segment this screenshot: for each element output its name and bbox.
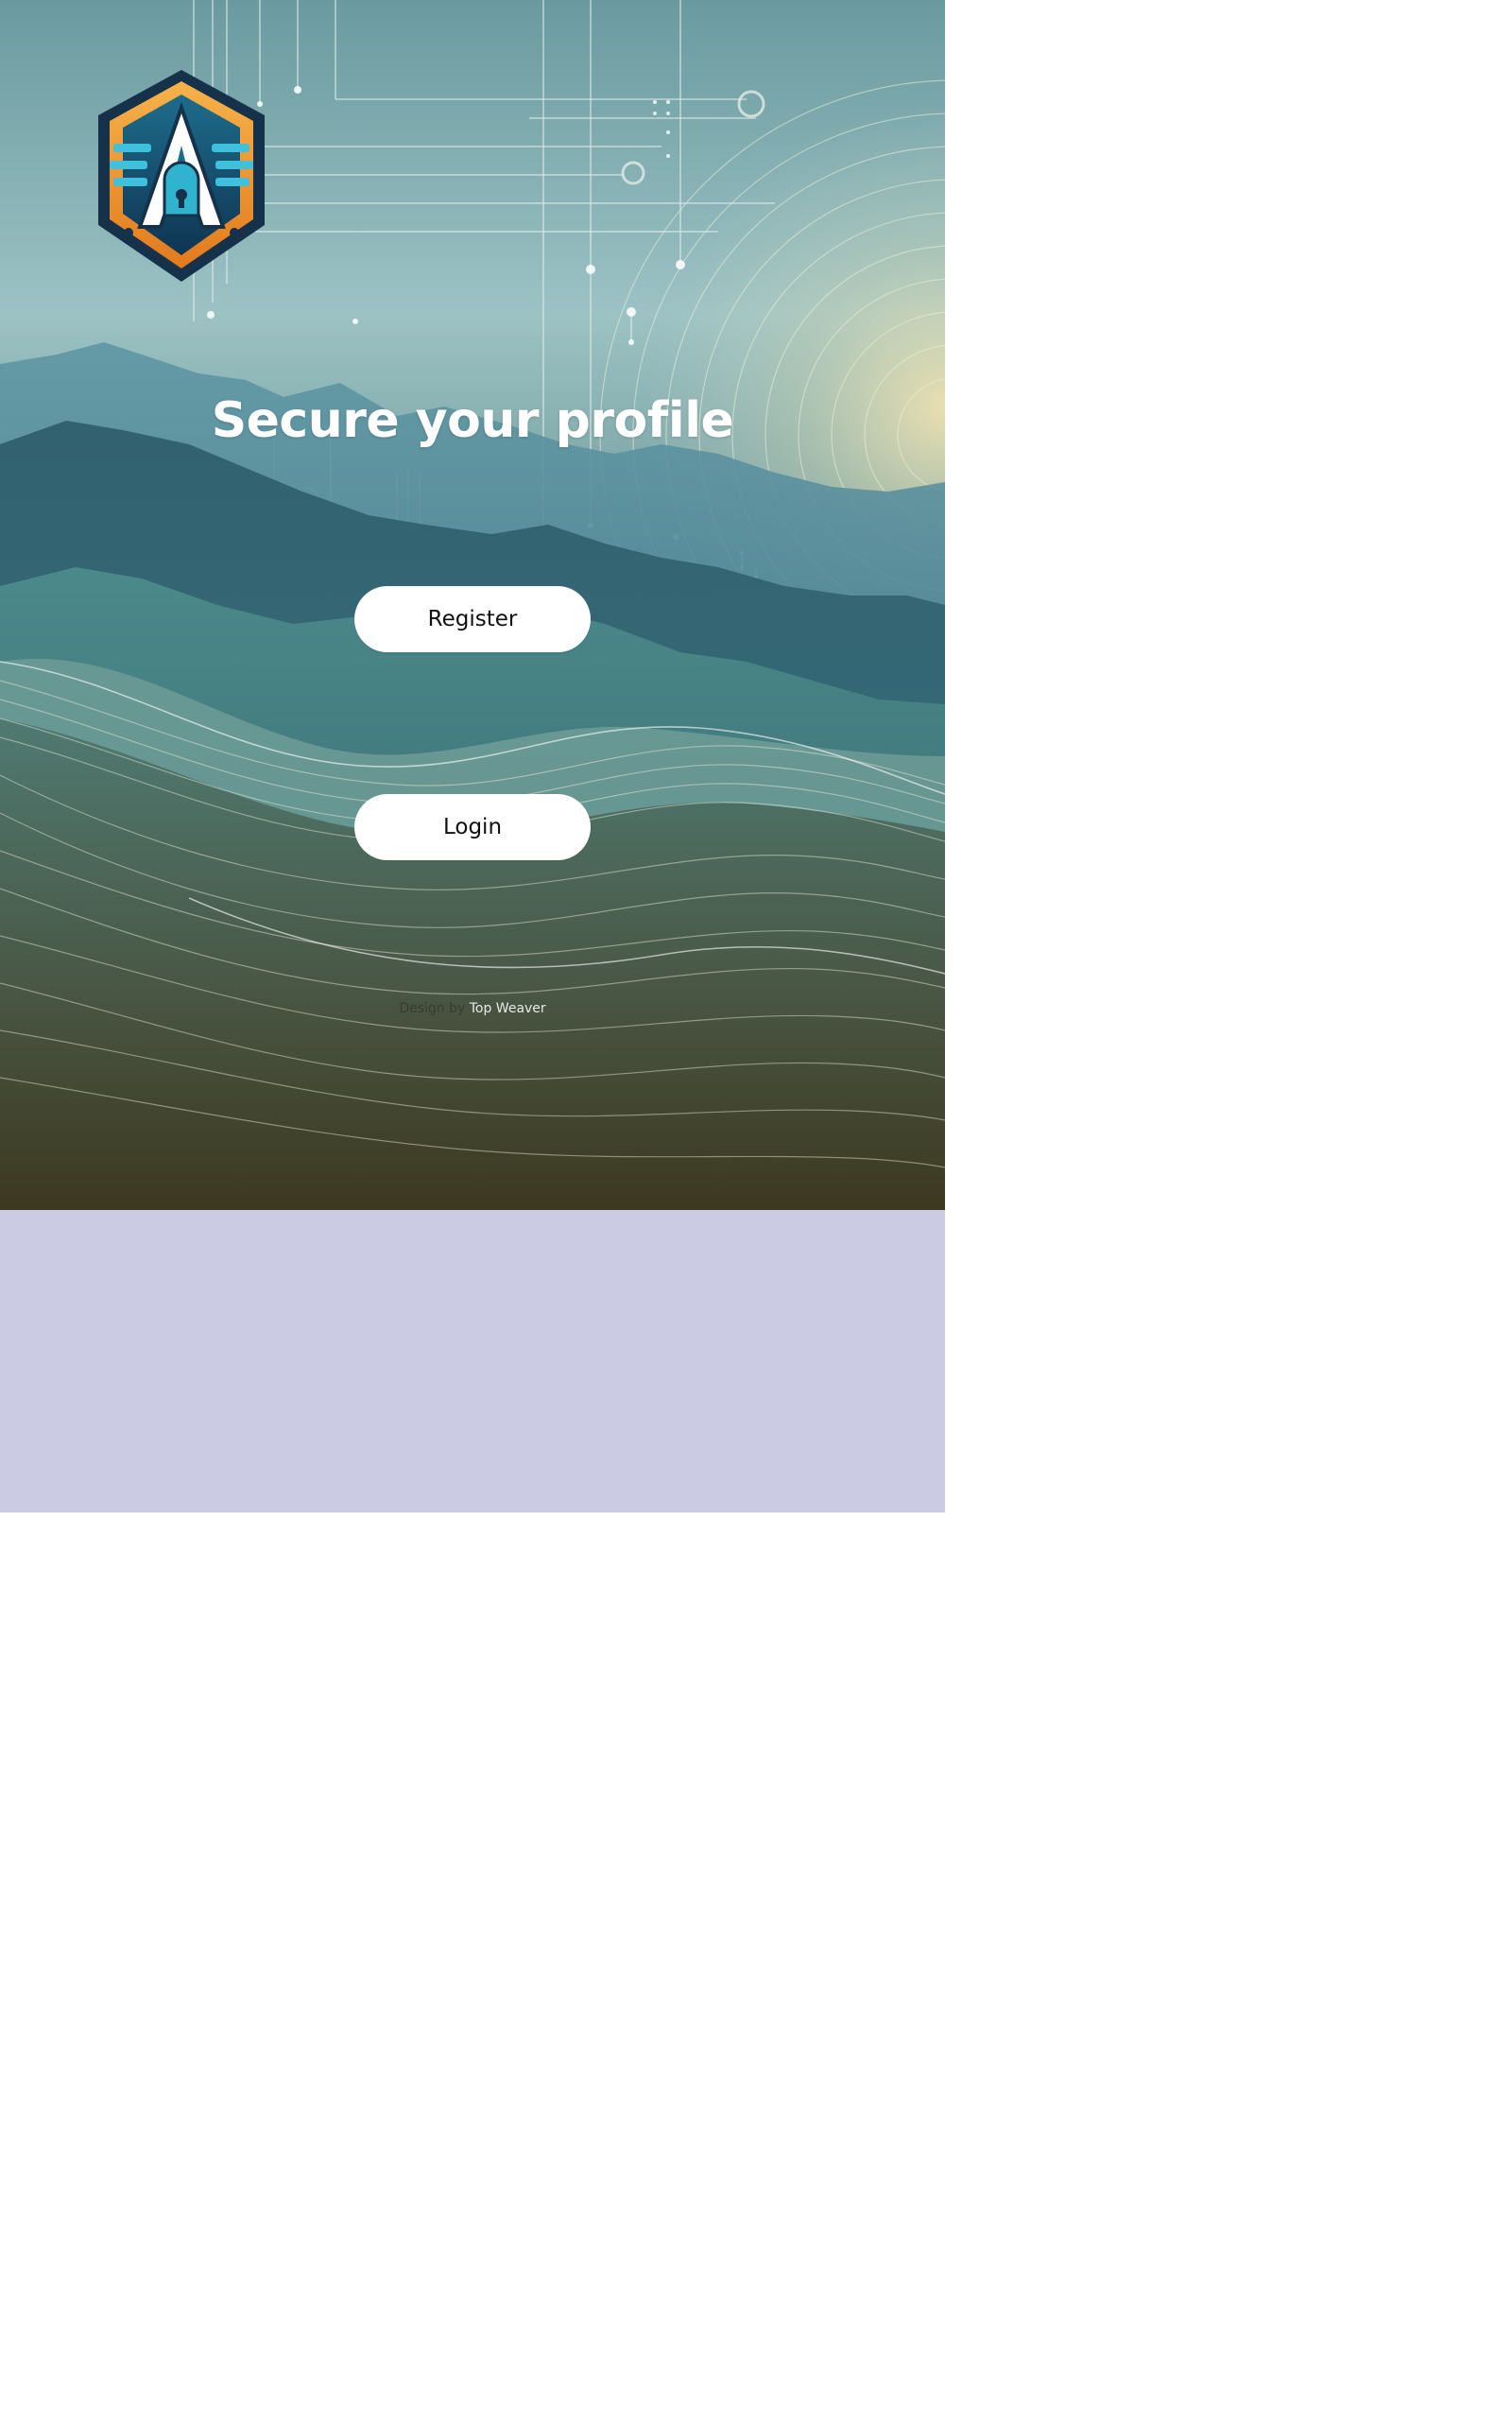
credit-author-link[interactable]: Top Weaver (470, 1001, 546, 1016)
app-root: Secure your profile Register Login Desig… (0, 0, 945, 1512)
login-button[interactable]: Login (354, 794, 591, 860)
page-title: Secure your profile (211, 391, 734, 449)
design-credit: Design by Top Weaver (0, 1001, 945, 1016)
register-button[interactable]: Register (354, 586, 591, 652)
below-hero-panel (0, 1210, 945, 1512)
hero-section: Secure your profile Register Login Desig… (0, 0, 945, 1210)
credit-prefix: Design by (399, 1001, 466, 1016)
shield-lock-logo-icon (98, 70, 265, 282)
